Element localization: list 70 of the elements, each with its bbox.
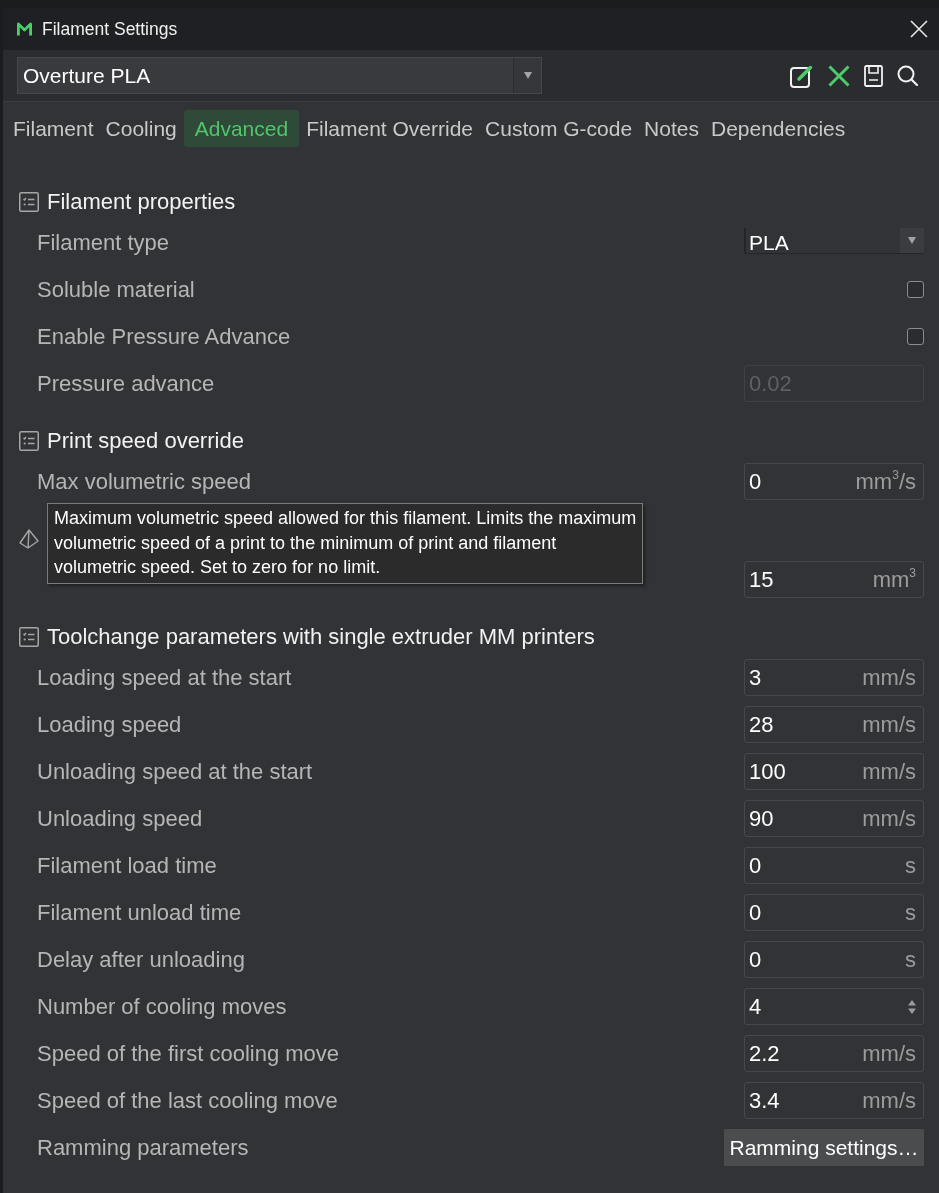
spinner-arrows-icon[interactable]	[908, 999, 916, 1014]
unit-label: mm/s	[862, 805, 916, 833]
unit-label: mm/s	[862, 1087, 916, 1115]
field-label: Loading speed at the start	[37, 664, 292, 692]
input-field[interactable]: 0 mm$^{3}$/s	[744, 463, 924, 500]
field-label: Pressure advance	[37, 370, 215, 398]
field-label: Filament load time	[37, 852, 217, 880]
save-icon[interactable]	[864, 64, 883, 87]
dropdown-button[interactable]	[900, 228, 924, 253]
unit-label: mm/s	[862, 1040, 916, 1068]
tab[interactable]: Advanced	[183, 110, 300, 147]
field-label: Enable Pressure Advance	[37, 323, 291, 351]
input-field[interactable]: 90 mm/s	[744, 800, 924, 837]
preset-dropdown[interactable]: Overture PLA	[17, 57, 542, 94]
caret-icon	[523, 72, 532, 79]
app-logo-icon	[17, 21, 32, 37]
tab[interactable]: Filament Override	[301, 110, 479, 147]
field-label: Number of cooling moves	[37, 993, 287, 1021]
input-field[interactable]: 0 s	[744, 847, 924, 884]
input-field[interactable]: 0 s	[744, 894, 924, 931]
tab[interactable]: Custom G-code	[480, 110, 638, 147]
input-field[interactable]: 15 mm$^{3}$	[744, 561, 924, 598]
tab[interactable]: Notes	[639, 110, 704, 147]
unit-label: s	[905, 946, 916, 974]
tab[interactable]: Dependencies	[705, 110, 851, 147]
section-title: Toolchange parameters with single extruder MM printers	[47, 623, 595, 651]
field-label: Filament unload time	[37, 899, 242, 927]
search-icon[interactable]	[897, 65, 918, 86]
pyramid-icon	[19, 528, 39, 549]
input-field[interactable]: 100 mm/s	[744, 753, 924, 790]
section-title: Print speed override	[47, 427, 244, 455]
unit-label: mm$^{3}$/s	[855, 467, 916, 496]
window-title: Filament Settings	[42, 17, 178, 41]
field-label: Unloading speed at the start	[37, 758, 313, 786]
field-label: Speed of the last cooling move	[37, 1087, 338, 1115]
cross-icon[interactable]	[828, 64, 850, 87]
caret-icon	[908, 237, 916, 244]
unit-label: mm/s	[862, 758, 916, 786]
checkbox[interactable]	[907, 328, 924, 345]
field-label: Loading speed	[37, 711, 182, 739]
field-label: Soluble material	[37, 276, 195, 304]
tab[interactable]: Cooling	[100, 110, 182, 147]
edit-icon[interactable]	[790, 63, 814, 88]
field-label: Ramming parameters	[37, 1134, 249, 1162]
input-field[interactable]: 3.4 mm/s	[744, 1082, 924, 1119]
field-label: Speed of the first cooling move	[37, 1040, 340, 1068]
unit-label: mm/s	[862, 711, 916, 739]
tooltip: Maximum volumetric speed allowed for this filament. Limits the maximum volumetric speed of a print to the minimum of print and filament volumetric speed. Set to zero for no limit.	[47, 503, 644, 584]
input-field[interactable]: 3 mm/s	[744, 659, 924, 696]
list-icon	[19, 430, 39, 451]
type-dropdown[interactable]: PLA	[744, 228, 924, 254]
list-icon	[19, 626, 39, 647]
field-label: Delay after unloading	[37, 946, 245, 974]
field-label: Unloading speed	[37, 805, 203, 833]
tab[interactable]: Filament	[8, 110, 99, 147]
unit-label: s	[905, 899, 916, 927]
input-field[interactable]: 4	[744, 988, 924, 1025]
field-label: Filament type	[37, 229, 170, 257]
close-icon[interactable]	[910, 20, 928, 38]
input-field[interactable]: 0 s	[744, 941, 924, 978]
checkbox[interactable]	[907, 281, 924, 298]
list-icon	[19, 191, 39, 212]
field-label: Max volumetric speed	[37, 468, 251, 496]
settings-button[interactable]: Ramming settings…	[724, 1129, 924, 1166]
input-field[interactable]: 2.2 mm/s	[744, 1035, 924, 1072]
unit-label: mm$^{3}$	[872, 565, 916, 594]
unit-label: mm/s	[862, 664, 916, 692]
section-title: Filament properties	[47, 188, 236, 216]
input-field[interactable]: 28 mm/s	[744, 706, 924, 743]
unit-label: s	[905, 852, 916, 880]
